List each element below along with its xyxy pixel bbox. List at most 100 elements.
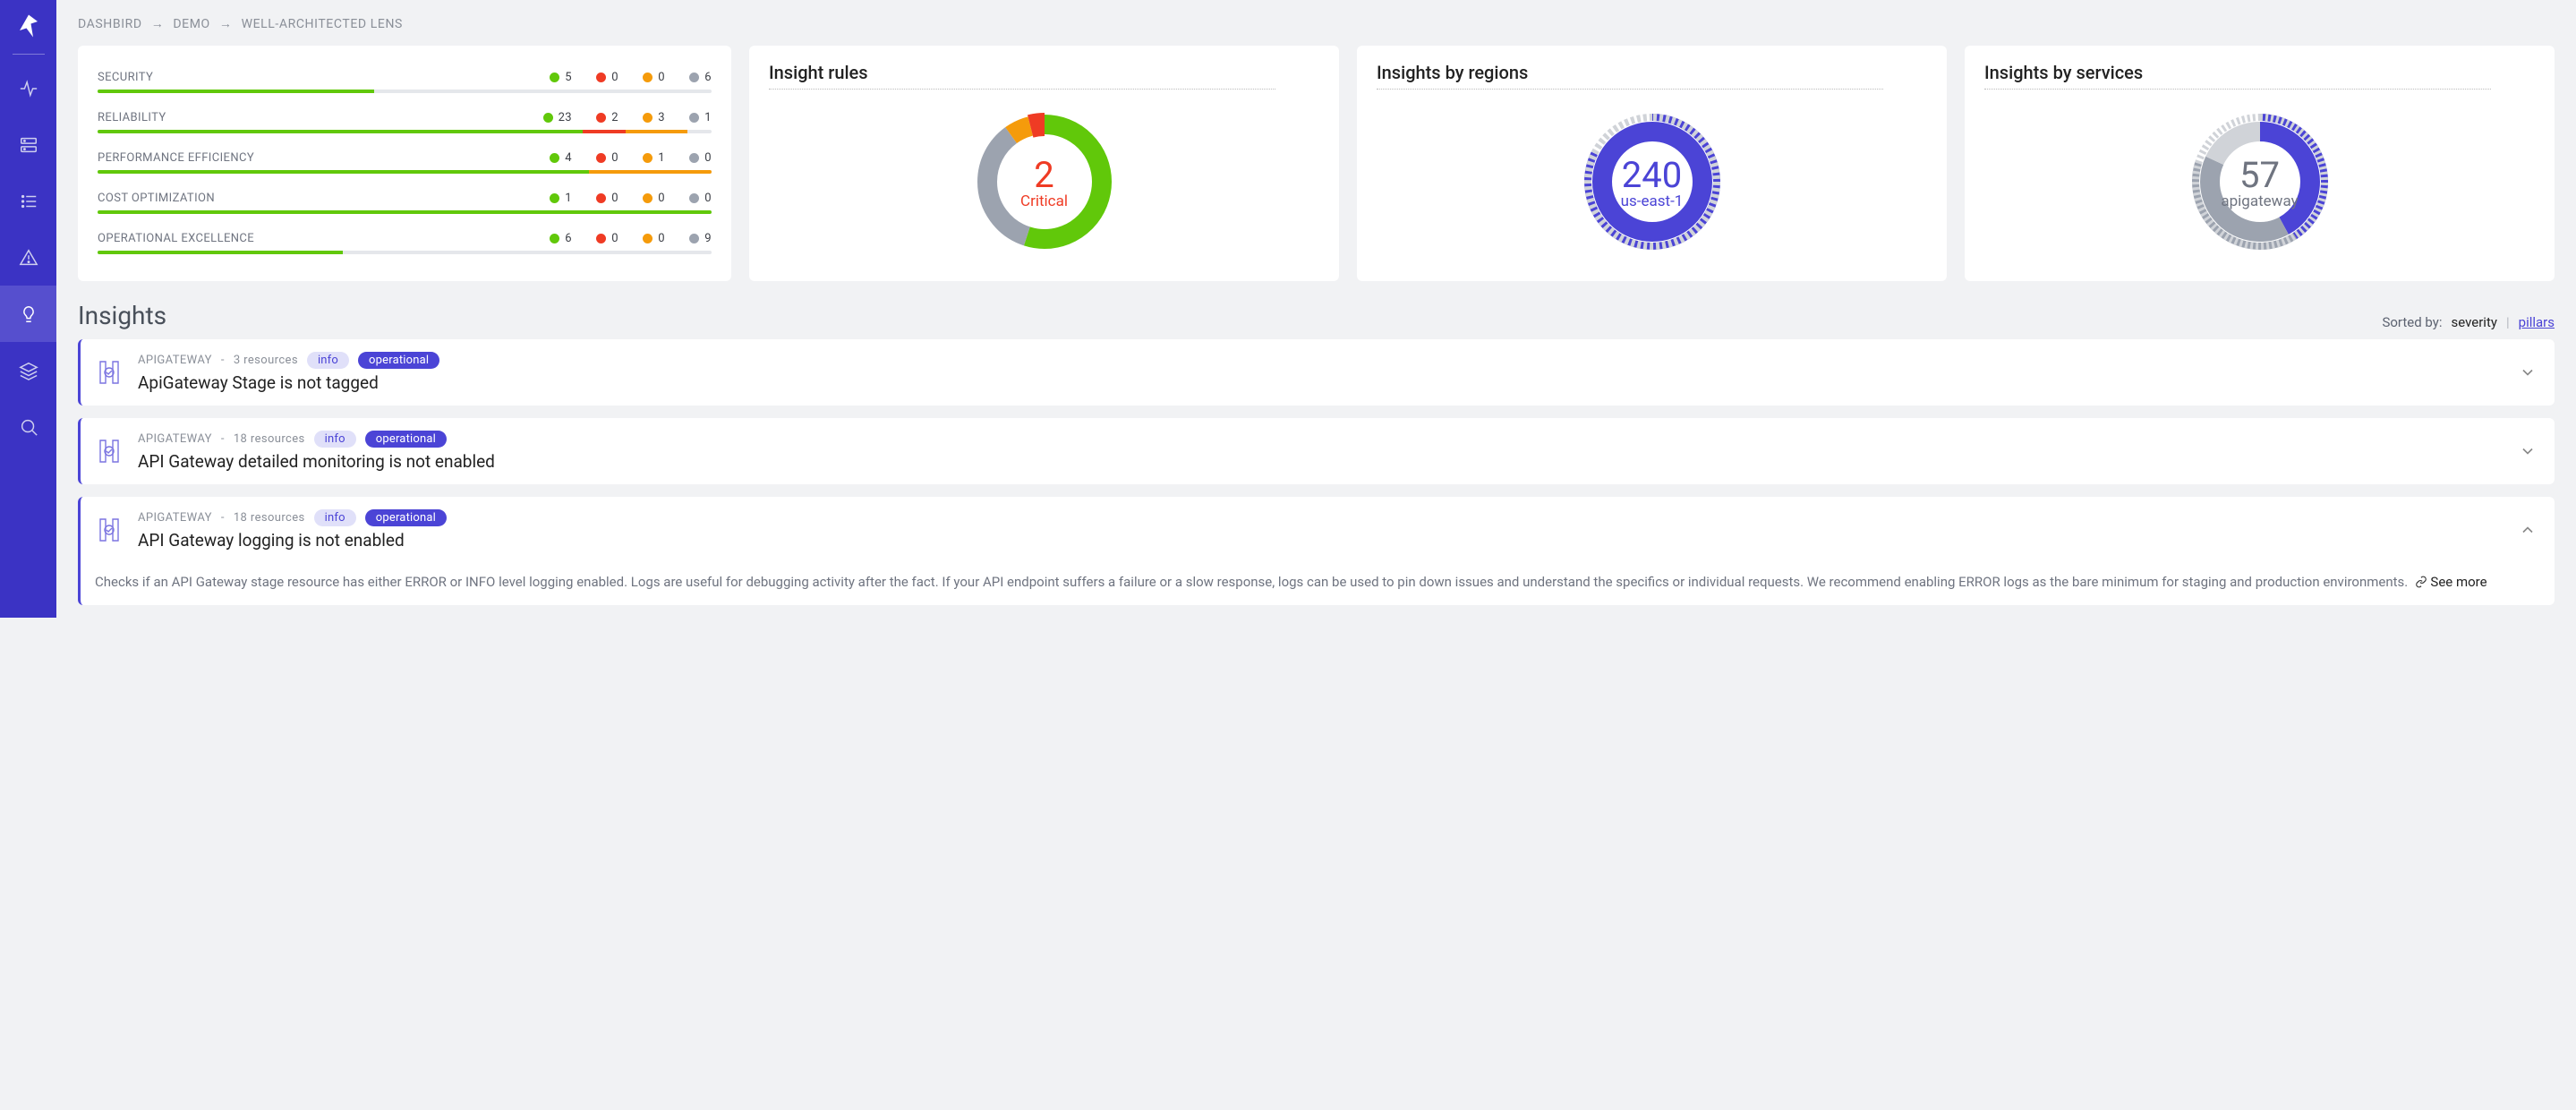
- count-gray: 1: [681, 111, 712, 124]
- nav-list[interactable]: [0, 173, 56, 229]
- insights-regions-donut[interactable]: 240 us-east-1: [1576, 106, 1728, 258]
- nav-activity[interactable]: [0, 60, 56, 116]
- nav-insights[interactable]: [0, 286, 56, 342]
- insight-resources: 3 resources: [234, 354, 298, 367]
- pillar-bar: [98, 170, 712, 174]
- donut-label: apigateway: [2221, 192, 2298, 210]
- count-amber: 0: [635, 71, 665, 84]
- tag-pillar: operational: [365, 509, 447, 526]
- sort-severity[interactable]: severity: [2452, 314, 2497, 330]
- pillar-row[interactable]: COST OPTIMIZATION 1 0 0 0: [98, 183, 712, 214]
- count-green: 4: [542, 151, 572, 165]
- breadcrumb-item[interactable]: DASHBIRD: [78, 17, 142, 31]
- link-icon: [2415, 576, 2427, 588]
- pillar-bar: [98, 130, 712, 133]
- tag-severity: info: [307, 352, 349, 369]
- count-green: 5: [542, 71, 572, 84]
- breadcrumb-item[interactable]: DEMO: [173, 17, 209, 31]
- insight-title: API Gateway logging is not enabled: [138, 530, 2504, 551]
- chevron-right-icon: →: [219, 17, 233, 31]
- main: DASHBIRD → DEMO → WELL-ARCHITECTED LENS …: [56, 0, 2576, 618]
- card-title: Insights by services: [1984, 62, 2535, 83]
- nav-search[interactable]: [0, 398, 56, 455]
- pillar-row[interactable]: SECURITY 5 0 0 6: [98, 62, 712, 93]
- insight-title: API Gateway detailed monitoring is not e…: [138, 451, 2504, 472]
- insight-detail: Checks if an API Gateway stage resource …: [95, 565, 2487, 593]
- count-red: 0: [588, 151, 618, 165]
- count-amber: 3: [635, 111, 665, 124]
- breadcrumb-item[interactable]: WELL-ARCHITECTED LENS: [242, 17, 403, 31]
- donut-value: 240: [1622, 154, 1682, 196]
- count-amber: 1: [635, 151, 665, 165]
- count-amber: 0: [635, 232, 665, 245]
- insight-service: APIGATEWAY: [138, 511, 212, 525]
- count-red: 0: [588, 232, 618, 245]
- tag-severity: info: [314, 509, 356, 526]
- sidebar: [0, 0, 56, 618]
- donut-label: us-east-1: [1621, 192, 1684, 210]
- donut-label: Critical: [1020, 192, 1068, 210]
- insights-services-donut[interactable]: 57 apigateway: [2184, 106, 2336, 258]
- insight-card[interactable]: APIGATEWAY - 18 resources info operation…: [78, 418, 2555, 484]
- apigateway-icon: [95, 437, 124, 465]
- sidebar-divider: [13, 54, 45, 55]
- pillar-row[interactable]: OPERATIONAL EXCELLENCE 6 0 0 9: [98, 223, 712, 254]
- count-red: 0: [588, 71, 618, 84]
- breadcrumb: DASHBIRD → DEMO → WELL-ARCHITECTED LENS: [78, 16, 2555, 31]
- apigateway-icon: [95, 358, 124, 387]
- donut-value: 57: [2239, 154, 2280, 196]
- chevron-up-icon[interactable]: [2519, 521, 2537, 539]
- pillar-label: PERFORMANCE EFFICIENCY: [98, 151, 254, 165]
- insight-meta: APIGATEWAY - 18 resources info operation…: [138, 431, 2504, 448]
- pillar-bar: [98, 90, 712, 93]
- nav-alerts[interactable]: [0, 229, 56, 286]
- insight-service: APIGATEWAY: [138, 354, 212, 367]
- pillar-row[interactable]: RELIABILITY 23 2 3 1: [98, 102, 712, 133]
- pillar-bar: [98, 210, 712, 214]
- insights-regions-card: Insights by regions 240 us-east-1: [1357, 46, 1947, 281]
- insights-list: APIGATEWAY - 3 resources info operationa…: [78, 339, 2555, 605]
- chevron-down-icon[interactable]: [2519, 442, 2537, 460]
- insight-resources: 18 resources: [234, 511, 305, 525]
- insight-rules-card: Insight rules 2 Critical: [749, 46, 1339, 281]
- pillar-label: OPERATIONAL EXCELLENCE: [98, 232, 254, 245]
- apigateway-icon: [95, 516, 124, 544]
- insight-service: APIGATEWAY: [138, 432, 212, 446]
- sort-separator: |: [2506, 314, 2510, 330]
- insight-card[interactable]: APIGATEWAY - 18 resources info operation…: [78, 497, 2555, 605]
- insights-header: Insights Sorted by: severity | pillars: [78, 301, 2555, 330]
- donut-value: 2: [1034, 154, 1053, 196]
- count-gray: 0: [681, 192, 712, 205]
- count-green: 1: [542, 192, 572, 205]
- insight-meta: APIGATEWAY - 3 resources info operationa…: [138, 352, 2504, 369]
- count-red: 2: [588, 111, 618, 124]
- count-amber: 0: [635, 192, 665, 205]
- count-red: 0: [588, 192, 618, 205]
- insights-services-card: Insights by services 57 apigateway: [1965, 46, 2555, 281]
- insight-card[interactable]: APIGATEWAY - 3 resources info operationa…: [78, 339, 2555, 406]
- chevron-down-icon[interactable]: [2519, 363, 2537, 381]
- tag-pillar: operational: [358, 352, 439, 369]
- sorted-by-label: Sorted by:: [2382, 314, 2442, 330]
- pillar-bar: [98, 251, 712, 254]
- insight-resources: 18 resources: [234, 432, 305, 446]
- nav-databases[interactable]: [0, 116, 56, 173]
- card-title: Insight rules: [769, 62, 1319, 83]
- sort-controls: Sorted by: severity | pillars: [2382, 314, 2555, 330]
- pillar-label: SECURITY: [98, 71, 153, 84]
- tag-pillar: operational: [365, 431, 447, 448]
- count-green: 23: [542, 111, 572, 124]
- sort-pillars[interactable]: pillars: [2519, 314, 2555, 330]
- pillar-label: COST OPTIMIZATION: [98, 192, 215, 205]
- see-more-link[interactable]: See more: [2430, 574, 2486, 590]
- pillar-row[interactable]: PERFORMANCE EFFICIENCY 4 0 1 0: [98, 142, 712, 174]
- logo-icon: [15, 13, 42, 39]
- insight-title: ApiGateway Stage is not tagged: [138, 372, 2504, 393]
- tag-severity: info: [314, 431, 356, 448]
- insight-rules-donut[interactable]: 2 Critical: [968, 106, 1121, 258]
- count-gray: 0: [681, 151, 712, 165]
- pillars-card: SECURITY 5 0 0 6 RELIABILITY 23 2 3 1: [78, 46, 731, 281]
- pillar-label: RELIABILITY: [98, 111, 166, 124]
- count-gray: 9: [681, 232, 712, 245]
- nav-layers[interactable]: [0, 342, 56, 398]
